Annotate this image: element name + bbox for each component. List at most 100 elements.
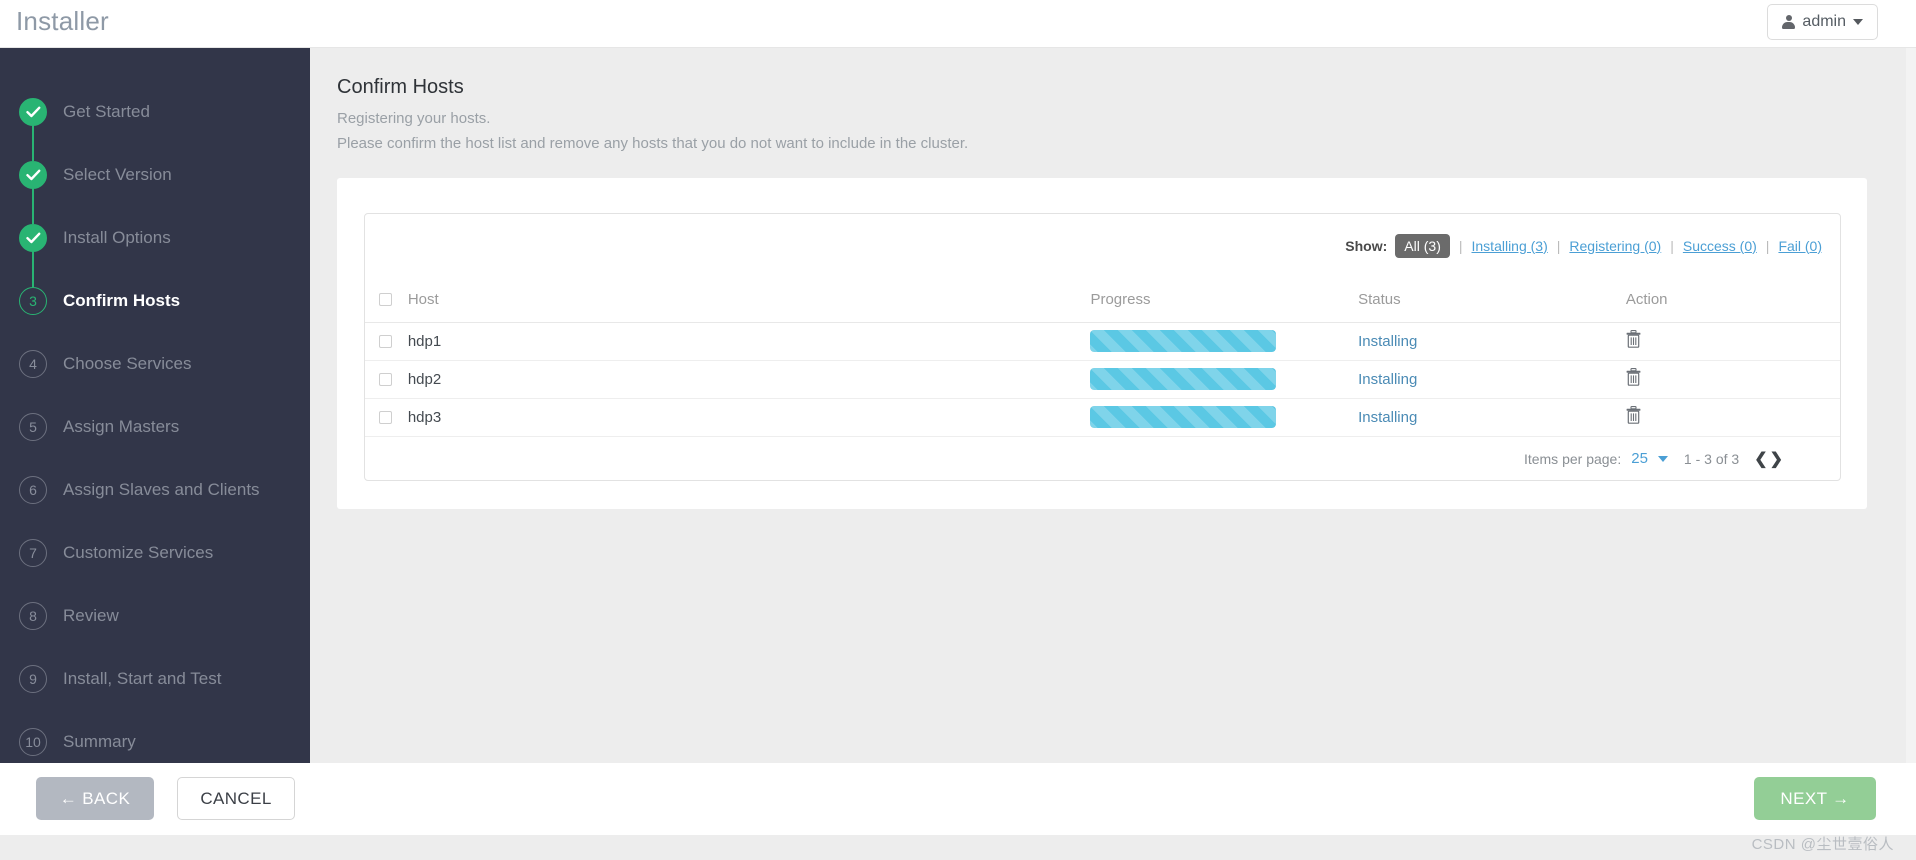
hosts-table-body: hdp1 Installing hdp2 Installing hdp3 Installi… xyxy=(365,322,1840,437)
user-menu-label: admin xyxy=(1802,13,1846,30)
hosts-table: Host Progress Status Action hdp1 Installi… xyxy=(365,277,1840,437)
installer-app: Installer admin Get Started Select Versio… xyxy=(0,0,1916,860)
status-badge: Installing xyxy=(1358,408,1418,426)
step-connector-line xyxy=(32,125,34,161)
trash-icon[interactable] xyxy=(1626,330,1641,348)
cell-status: Installing xyxy=(1358,398,1626,437)
cancel-button[interactable]: CANCEL xyxy=(177,777,295,820)
sidebar-step-label: Install Options xyxy=(63,227,171,247)
row-checkbox[interactable] xyxy=(379,373,392,387)
filter-fail[interactable]: Fail (0) xyxy=(1778,238,1822,254)
items-per-page-value[interactable]: 25 xyxy=(1631,450,1648,467)
row-select-cell xyxy=(365,322,408,361)
app-title: Installer xyxy=(16,6,109,36)
sidebar-step-label: Install, Start and Test xyxy=(63,668,222,688)
cell-host: hdp2 xyxy=(407,360,1091,399)
filter-installing[interactable]: Installing (3) xyxy=(1472,238,1548,254)
step-number-badge: 10 xyxy=(19,727,47,756)
status-badge: Installing xyxy=(1358,332,1418,350)
cell-status: Installing xyxy=(1358,360,1626,399)
sidebar-step-label: Select Version xyxy=(63,164,172,184)
pagination-bar: Items per page: 25 1 - 3 of 3 ❮ ❯ xyxy=(365,437,1840,481)
progress-bar-fill xyxy=(1090,330,1277,352)
cell-host: hdp3 xyxy=(407,398,1091,437)
progress-bar-fill xyxy=(1090,368,1277,390)
wizard-sidebar: Get Started Select Version Install Options… xyxy=(0,48,310,763)
status-filter-bar: Show: All (3) | Installing (3) | Registering… xyxy=(365,214,1840,277)
cell-progress xyxy=(1090,398,1359,437)
sidebar-step-label: Summary xyxy=(63,731,136,751)
top-bar: Installer admin xyxy=(0,0,1916,48)
main-content: Confirm Hosts Registering your hosts. Pl… xyxy=(310,48,1916,763)
cell-host: hdp1 xyxy=(407,322,1091,361)
cell-progress xyxy=(1090,360,1359,399)
next-button[interactable]: NEXT → xyxy=(1754,777,1876,820)
row-checkbox[interactable] xyxy=(379,411,392,425)
column-header-status: Status xyxy=(1358,277,1626,323)
bottom-strip xyxy=(0,835,1916,860)
column-header-host: Host xyxy=(407,277,1091,323)
step-number-badge: 7 xyxy=(19,538,47,567)
row-checkbox[interactable] xyxy=(379,335,392,349)
step-check-icon xyxy=(19,223,47,252)
chevron-left-icon[interactable]: ❮ xyxy=(1753,449,1768,469)
back-button[interactable]: ← BACK xyxy=(36,777,154,820)
hosts-table-head: Host Progress Status Action xyxy=(365,277,1840,323)
sidebar-step-label: Choose Services xyxy=(63,353,192,373)
filter-registering[interactable]: Registering (0) xyxy=(1569,238,1661,254)
sidebar-step-assign-masters[interactable]: 5 Assign Masters xyxy=(0,395,310,458)
sidebar-step-install-start-and-test[interactable]: 9 Install, Start and Test xyxy=(0,647,310,710)
row-select-cell xyxy=(365,360,408,399)
step-number-badge: 6 xyxy=(19,475,47,504)
step-check-icon xyxy=(19,97,47,126)
progress-bar-fill xyxy=(1090,406,1277,428)
step-number-badge: 8 xyxy=(19,601,47,630)
filter-label: Show: xyxy=(1345,237,1388,254)
sidebar-step-label: Assign Masters xyxy=(63,416,180,436)
sidebar-step-summary[interactable]: 10 Summary xyxy=(0,710,310,763)
table-row: hdp1 Installing xyxy=(365,322,1840,361)
sidebar-step-install-options[interactable]: Install Options xyxy=(0,206,310,269)
progress-bar xyxy=(1090,406,1277,428)
header-select-all-cell xyxy=(365,277,408,323)
cell-status: Installing xyxy=(1358,322,1626,361)
wizard-steps: Get Started Select Version Install Options… xyxy=(0,48,310,763)
filter-success[interactable]: Success (0) xyxy=(1683,238,1757,254)
page-subtitle-line2: Please confirm the host list and remove … xyxy=(337,135,969,152)
cell-action xyxy=(1625,398,1840,437)
sidebar-step-select-version[interactable]: Select Version xyxy=(0,143,310,206)
sidebar-step-label: Customize Services xyxy=(63,542,214,562)
user-menu-button[interactable]: admin xyxy=(1767,4,1878,40)
cell-progress xyxy=(1090,322,1359,361)
chevron-down-icon xyxy=(1853,19,1863,25)
filter-separator: | xyxy=(1765,237,1770,254)
wizard-footer: ← BACK CANCEL NEXT → xyxy=(0,763,1916,835)
items-per-page-chevron-down-icon[interactable] xyxy=(1657,455,1668,462)
table-header-row: Host Progress Status Action xyxy=(365,277,1840,323)
filter-all[interactable]: All (3) xyxy=(1395,233,1450,258)
trash-icon[interactable] xyxy=(1626,368,1641,386)
row-select-cell xyxy=(365,398,408,437)
sidebar-step-confirm-hosts[interactable]: 3 Confirm Hosts xyxy=(0,269,310,332)
table-row: hdp2 Installing xyxy=(365,360,1840,399)
sidebar-step-customize-services[interactable]: 7 Customize Services xyxy=(0,521,310,584)
person-icon xyxy=(1782,14,1796,30)
select-all-checkbox[interactable] xyxy=(379,293,392,307)
column-header-progress: Progress xyxy=(1090,277,1359,323)
sidebar-step-assign-slaves-and-clients[interactable]: 6 Assign Slaves and Clients xyxy=(0,458,310,521)
sidebar-step-label: Assign Slaves and Clients xyxy=(63,479,260,499)
progress-bar xyxy=(1090,330,1277,352)
filter-separator: | xyxy=(1670,237,1674,254)
sidebar-step-choose-services[interactable]: 4 Choose Services xyxy=(0,332,310,395)
page-scrollbar[interactable] xyxy=(1906,48,1916,860)
sidebar-step-review[interactable]: 8 Review xyxy=(0,584,310,647)
page-title: Confirm Hosts xyxy=(337,76,464,98)
sidebar-step-label: Review xyxy=(63,605,119,625)
sidebar-step-get-started[interactable]: Get Started xyxy=(0,80,310,143)
trash-icon[interactable] xyxy=(1626,406,1641,424)
pagination-range: 1 - 3 of 3 xyxy=(1683,450,1740,467)
hosts-panel: Show: All (3) | Installing (3) | Registering… xyxy=(364,213,1841,481)
items-per-page-label: Items per page: xyxy=(1523,450,1622,467)
chevron-right-icon[interactable]: ❯ xyxy=(1769,449,1784,469)
cell-action xyxy=(1625,322,1840,361)
